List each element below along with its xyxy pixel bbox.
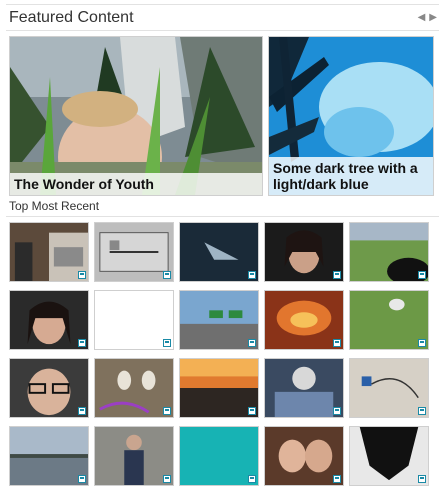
carousel-nav: ◀ ▶ <box>418 11 437 25</box>
media-type-icon <box>248 407 256 415</box>
media-type-icon <box>418 271 426 279</box>
thumbnail[interactable] <box>264 290 344 350</box>
media-type-icon <box>333 407 341 415</box>
thumbnail[interactable] <box>94 426 174 486</box>
thumbnail[interactable] <box>9 290 89 350</box>
media-type-icon <box>248 271 256 279</box>
media-type-icon <box>418 475 426 483</box>
media-type-icon <box>78 407 86 415</box>
media-type-icon <box>248 475 256 483</box>
chevron-right-icon[interactable]: ▶ <box>429 11 437 25</box>
featured-caption: Some dark tree with a light/dark blue <box>269 157 433 195</box>
media-type-icon <box>333 271 341 279</box>
thumbnail[interactable] <box>349 426 429 486</box>
divider <box>6 4 439 5</box>
thumbnail[interactable] <box>349 290 429 350</box>
media-type-icon <box>418 407 426 415</box>
thumbnail[interactable] <box>264 426 344 486</box>
featured-content-widget: Featured Content ◀ ▶ The Wonder of Youth <box>0 0 445 500</box>
thumbnail[interactable] <box>349 222 429 282</box>
media-type-icon <box>333 475 341 483</box>
section-title: Top Most Recent <box>9 199 100 213</box>
media-type-icon <box>163 339 171 347</box>
media-type-icon <box>248 339 256 347</box>
featured-card[interactable]: Some dark tree with a light/dark blue <box>268 36 434 196</box>
thumbnail[interactable] <box>264 222 344 282</box>
media-type-icon <box>163 407 171 415</box>
media-type-icon <box>333 339 341 347</box>
thumbnail[interactable] <box>94 222 174 282</box>
media-type-icon <box>418 339 426 347</box>
featured-card[interactable]: The Wonder of Youth <box>9 36 263 196</box>
thumbnail[interactable] <box>9 426 89 486</box>
thumbnail[interactable] <box>94 290 174 350</box>
divider <box>6 216 439 217</box>
media-type-icon <box>78 271 86 279</box>
media-type-icon <box>163 475 171 483</box>
thumbnail[interactable] <box>264 358 344 418</box>
featured-caption: The Wonder of Youth <box>10 173 262 195</box>
page-title: Featured Content <box>9 9 134 26</box>
divider <box>6 30 439 31</box>
chevron-left-icon[interactable]: ◀ <box>418 11 426 25</box>
thumbnail[interactable] <box>179 222 259 282</box>
media-type-icon <box>78 339 86 347</box>
thumbnail[interactable] <box>349 358 429 418</box>
thumbnail[interactable] <box>9 222 89 282</box>
thumbnail[interactable] <box>179 426 259 486</box>
media-type-icon <box>78 475 86 483</box>
recent-grid <box>9 222 429 486</box>
thumbnail[interactable] <box>94 358 174 418</box>
thumbnail[interactable] <box>9 358 89 418</box>
media-type-icon <box>163 271 171 279</box>
thumbnail[interactable] <box>179 358 259 418</box>
thumbnail[interactable] <box>179 290 259 350</box>
featured-image <box>10 37 262 195</box>
